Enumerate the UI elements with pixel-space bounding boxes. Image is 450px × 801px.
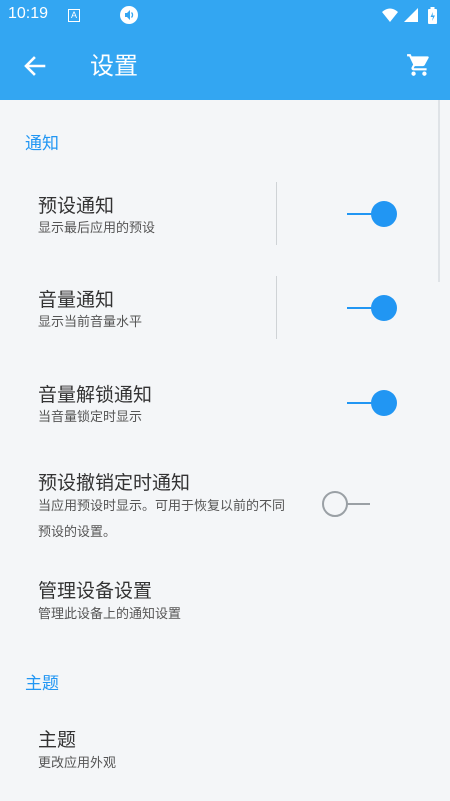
item-subtitle: 显示当前音量水平 bbox=[38, 315, 143, 330]
arrow-left-icon[interactable] bbox=[22, 53, 48, 79]
item-subtitle-line2: 预设的设置。 bbox=[38, 525, 117, 540]
theme-item[interactable]: 主题 更改应用外观 bbox=[0, 712, 430, 787]
volume-unlock-notification-switch[interactable] bbox=[347, 390, 397, 416]
a-icon: A bbox=[68, 9, 80, 22]
item-subtitle: 当音量锁定时显示 bbox=[38, 410, 143, 425]
divider bbox=[276, 276, 277, 339]
scrollbar[interactable] bbox=[438, 100, 440, 282]
page-title: 设置 bbox=[90, 52, 138, 80]
volume-notification-switch[interactable] bbox=[347, 295, 397, 321]
preset-undo-timer-switch[interactable] bbox=[322, 491, 372, 517]
cart-icon[interactable] bbox=[406, 52, 432, 78]
manage-device-settings-item[interactable]: 管理设备设置 管理此设备上的通知设置 bbox=[0, 563, 430, 638]
volume-icon bbox=[120, 6, 138, 24]
section-title-theme: 主题 bbox=[25, 674, 59, 694]
item-title: 音量通知 bbox=[38, 289, 115, 311]
preset-notification-switch[interactable] bbox=[347, 201, 397, 227]
item-title: 主题 bbox=[38, 729, 77, 751]
item-subtitle: 显示最后应用的预设 bbox=[38, 221, 156, 236]
item-title: 音量解锁通知 bbox=[38, 384, 153, 406]
item-title: 预设通知 bbox=[38, 195, 115, 217]
wifi-icon bbox=[382, 8, 398, 22]
item-title: 管理设备设置 bbox=[38, 580, 153, 602]
status-time: 10:19 bbox=[8, 5, 49, 22]
item-subtitle-line1: 当应用预设时显示。可用于恢复以前的不同 bbox=[38, 499, 286, 514]
system-icons bbox=[380, 6, 442, 26]
app-bar: 设置 bbox=[0, 32, 450, 100]
item-subtitle: 管理此设备上的通知设置 bbox=[38, 607, 182, 622]
signal-icon bbox=[404, 8, 418, 22]
divider bbox=[276, 182, 277, 245]
item-subtitle: 更改应用外观 bbox=[38, 756, 117, 771]
battery-icon bbox=[428, 7, 437, 24]
status-bar: 10:19 A bbox=[0, 0, 450, 32]
section-title-notifications: 通知 bbox=[25, 134, 59, 154]
item-title: 预设撤销定时通知 bbox=[38, 472, 191, 494]
